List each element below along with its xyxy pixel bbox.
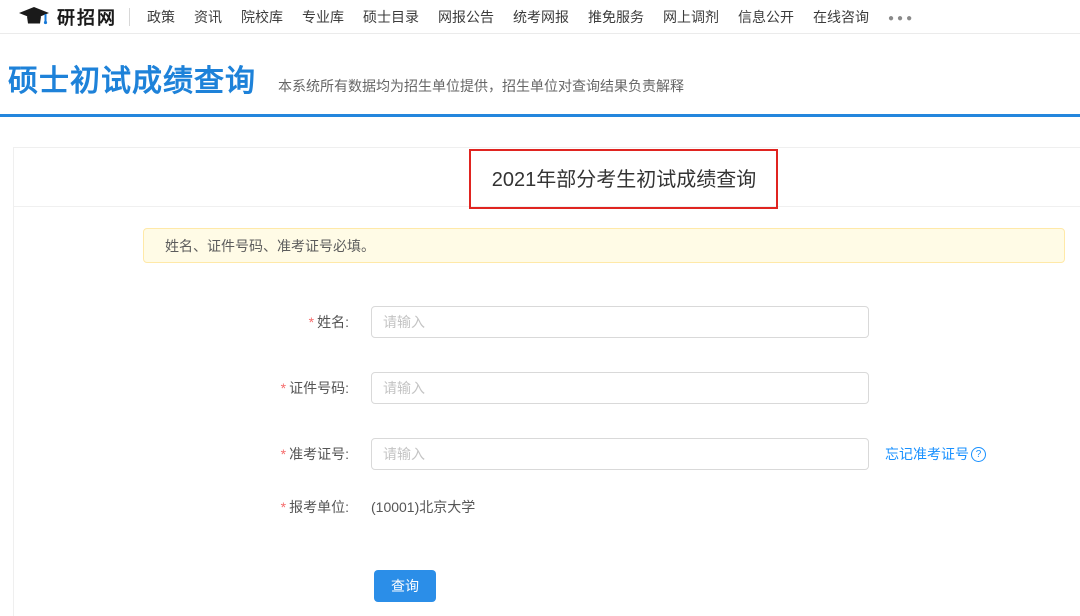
nav-item-online-consult[interactable]: 在线咨询 <box>813 7 869 27</box>
page-subtitle: 本系统所有数据均为招生单位提供，招生单位对查询结果负责解释 <box>278 76 684 96</box>
graduation-cap-icon <box>18 6 50 28</box>
target-university-value: (10001)北京大学 <box>371 497 475 517</box>
required-asterisk: * <box>309 314 314 330</box>
query-button[interactable]: 查询 <box>374 570 436 602</box>
required-fields-alert: 姓名、证件号码、准考证号必填。 <box>143 228 1065 263</box>
page-heading-area: 硕士初试成绩查询 本系统所有数据均为招生单位提供，招生单位对查询结果负责解释 <box>0 34 1080 100</box>
page-title: 硕士初试成绩查询 <box>8 56 256 100</box>
nav-item-policy[interactable]: 政策 <box>147 7 175 27</box>
nav-separator <box>129 8 130 26</box>
card-header: 2021年部分考生初试成绩查询 <box>14 148 1080 207</box>
required-asterisk: * <box>281 499 286 515</box>
target-university-label: *报考单位: <box>14 497 349 517</box>
nav-item-online-adjustment[interactable]: 网上调剂 <box>663 7 719 27</box>
button-row: 查询 <box>14 570 1080 602</box>
card-title: 2021年部分考生初试成绩查询 <box>14 148 1080 206</box>
nav-menu: 政策 资讯 院校库 专业库 硕士目录 网报公告 统考网报 推免服务 网上调剂 信… <box>147 7 915 27</box>
nav-item-info-disclosure[interactable]: 信息公开 <box>738 7 794 27</box>
alert-text: 姓名、证件号码、准考证号必填。 <box>165 236 375 256</box>
admission-ticket-label: *准考证号: <box>14 444 349 464</box>
score-query-card: 2021年部分考生初试成绩查询 姓名、证件号码、准考证号必填。 *姓名: *证件… <box>13 147 1080 616</box>
name-input[interactable] <box>371 306 869 338</box>
nav-item-college-db[interactable]: 院校库 <box>241 7 283 27</box>
logo-text: 研招网 <box>57 4 117 30</box>
blue-divider <box>0 114 1080 117</box>
site-logo[interactable]: 研招网 <box>18 4 117 30</box>
nav-item-master-catalog[interactable]: 硕士目录 <box>363 7 419 27</box>
admission-ticket-input[interactable] <box>371 438 869 470</box>
name-label: *姓名: <box>14 312 349 332</box>
nav-item-registration-notice[interactable]: 网报公告 <box>438 7 494 27</box>
form-row-name: *姓名: <box>14 306 1080 338</box>
top-navbar: 研招网 政策 资讯 院校库 专业库 硕士目录 网报公告 统考网报 推免服务 网上… <box>0 0 1080 34</box>
form-row-admission-ticket: *准考证号: 忘记准考证号 ? <box>14 438 1080 470</box>
question-circle-icon: ? <box>971 447 986 462</box>
nav-more-icon[interactable]: ●●● <box>888 10 915 24</box>
required-asterisk: * <box>281 380 286 396</box>
nav-item-news[interactable]: 资讯 <box>194 7 222 27</box>
nav-item-unified-exam-registration[interactable]: 统考网报 <box>513 7 569 27</box>
required-asterisk: * <box>281 446 286 462</box>
form-row-id-number: *证件号码: <box>14 372 1080 404</box>
query-form: *姓名: *证件号码: *准考证号: 忘记准考证号 ? *报考单位: (1 <box>14 306 1080 602</box>
form-row-target-university: *报考单位: (10001)北京大学 <box>14 491 1080 523</box>
nav-item-major-db[interactable]: 专业库 <box>302 7 344 27</box>
id-number-label: *证件号码: <box>14 378 349 398</box>
id-number-input[interactable] <box>371 372 869 404</box>
forget-ticket-link[interactable]: 忘记准考证号 ? <box>885 444 986 464</box>
nav-item-exemption-service[interactable]: 推免服务 <box>588 7 644 27</box>
